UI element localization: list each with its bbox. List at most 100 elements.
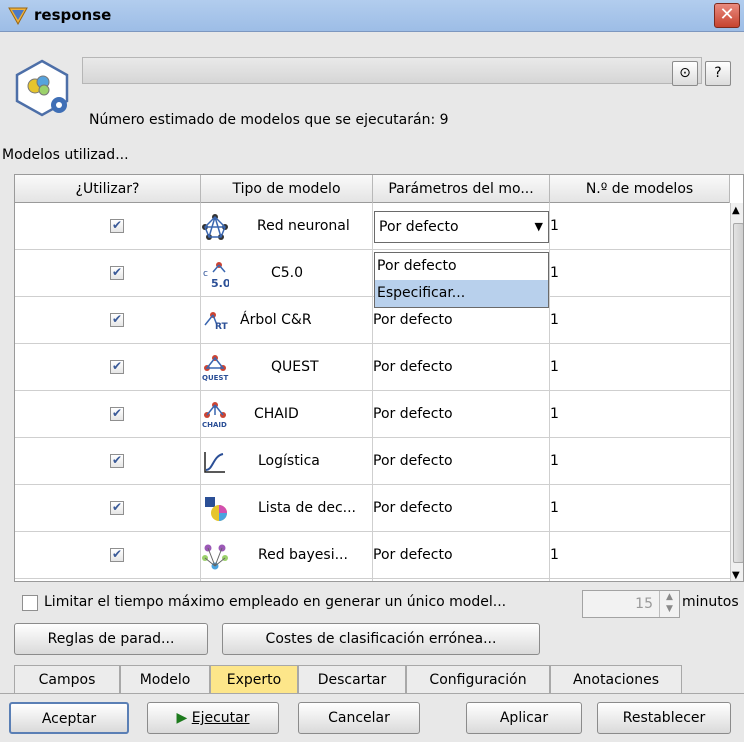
run-button[interactable]: ▶ Ejecutar [147,702,279,734]
spinner-arrows-icon[interactable]: ▲ ▼ [659,591,679,617]
minutes-unit: minutos [682,594,739,610]
model-count: 1 [550,406,559,422]
model-count: 1 [550,265,559,281]
tab-discard[interactable]: Descartar [298,665,406,693]
window-title: response [34,6,112,24]
minutes-spinner[interactable]: 15 ▲ ▼ [582,590,680,618]
model-name: Árbol C&R [240,312,312,328]
svg-text:RT: RT [215,322,229,332]
use-cell [15,438,201,485]
use-cell [15,203,201,250]
model-name: QUEST [271,359,319,375]
params-select-value: Por defecto [379,219,459,235]
expand-icon: ⊙ [679,65,691,81]
table-scrollbar[interactable]: ▲ ▼ [730,203,743,581]
limit-time-label: Limitar el tiempo máximo empleado en gen… [44,594,507,610]
use-checkbox[interactable] [110,217,124,233]
tab-model[interactable]: Modelo [120,665,210,693]
auto-classifier-icon [15,59,69,117]
header-parameters[interactable]: Parámetros del mo... [373,175,550,203]
decision-list-icon [205,497,227,521]
table-header: ¿Utilizar? Tipo de modelo Parámetros del… [15,175,730,203]
model-params: Por defecto [373,453,453,469]
svg-text:c: c [203,269,208,279]
use-cell [15,297,201,344]
use-checkbox[interactable] [110,499,124,515]
use-checkbox[interactable] [110,358,124,374]
column-divider [200,203,201,581]
limit-time-checkbox[interactable] [22,595,38,611]
close-button[interactable]: ✕ [714,3,740,28]
apply-button[interactable]: Aplicar [466,702,582,734]
stop-rules-button[interactable]: Reglas de parad... [14,623,208,655]
params-dropdown-list: Por defecto Especificar... [374,252,549,308]
reset-button[interactable]: Restablecer [597,702,731,734]
model-count: 1 [550,312,559,328]
scroll-up-icon[interactable]: ▲ [732,205,740,216]
node-diamond-icon [8,7,28,25]
tab-fields[interactable]: Campos [14,665,120,693]
model-estimate-text: Número estimado de modelos que se ejecut… [89,112,449,128]
model-name: Lista de dec... [258,500,356,516]
tab-settings[interactable]: Configuración [406,665,550,693]
chaid-icon: CHAID [202,402,227,429]
chevron-down-icon: ▼ [534,220,543,233]
use-checkbox[interactable] [110,311,124,327]
model-name: Logística [258,453,320,469]
cart-icon: RT [204,312,229,332]
c50-icon: c 5.0 [203,262,229,288]
use-cell [15,532,201,579]
run-label: Ejecutar [191,710,250,726]
model-name: Red bayesi... [258,547,348,563]
params-select[interactable]: Por defecto ▼ [374,211,549,243]
scroll-down-icon[interactable]: ▼ [732,570,740,581]
cancel-button[interactable]: Cancelar [298,702,420,734]
expand-button[interactable]: ⊙ [672,61,698,86]
tab-annotations[interactable]: Anotaciones [550,665,682,693]
play-icon: ▶ [176,710,188,726]
help-button[interactable]: ? [705,61,731,86]
use-checkbox[interactable] [110,546,124,562]
model-params: Por defecto [373,406,453,422]
tab-expert[interactable]: Experto [210,665,298,693]
bayes-net-icon [202,544,228,570]
use-cell [15,250,201,297]
svg-text:CHAID: CHAID [202,421,227,429]
model-count: 1 [550,547,559,563]
help-icon: ? [714,65,722,81]
neural-net-icon [202,214,228,240]
use-checkbox[interactable] [110,405,124,421]
dropdown-option-specify[interactable]: Especificar... [375,280,548,307]
header-model-type[interactable]: Tipo de modelo [201,175,373,203]
models-used-label: Modelos utilizad... [2,147,129,163]
column-divider [549,203,550,581]
dropdown-option-default[interactable]: Por defecto [375,253,548,280]
node-name-bar [82,57,702,84]
model-count: 1 [550,359,559,375]
minutes-value: 15 [635,596,653,612]
svg-text:QUEST: QUEST [202,374,228,382]
scroll-thumb[interactable] [733,223,743,563]
header-use[interactable]: ¿Utilizar? [15,175,201,203]
ok-button[interactable]: Aceptar [9,702,129,734]
use-checkbox[interactable] [110,452,124,468]
model-name: Red neuronal [257,218,350,234]
quest-icon: QUEST [202,355,228,382]
use-checkbox[interactable] [110,264,124,280]
use-cell [15,485,201,532]
logistic-icon [204,452,225,473]
node-header: ⊙ ? Número estimado de modelos que se ej… [0,33,744,143]
header-model-count[interactable]: N.º de modelos [550,175,730,203]
tabs-divider [0,693,744,694]
model-count: 1 [550,218,559,234]
column-divider [372,203,373,581]
model-count: 1 [550,453,559,469]
models-table: ¿Utilizar? Tipo de modelo Parámetros del… [14,174,744,582]
tab-bar: Campos Modelo Experto Descartar Configur… [14,665,744,693]
model-count: 1 [550,500,559,516]
model-params: Por defecto [373,547,453,563]
misclassification-costs-button[interactable]: Costes de clasificación errónea... [222,623,540,655]
title-bar: response ✕ [0,0,744,32]
model-params: Por defecto [373,359,453,375]
model-name: CHAID [254,406,299,422]
